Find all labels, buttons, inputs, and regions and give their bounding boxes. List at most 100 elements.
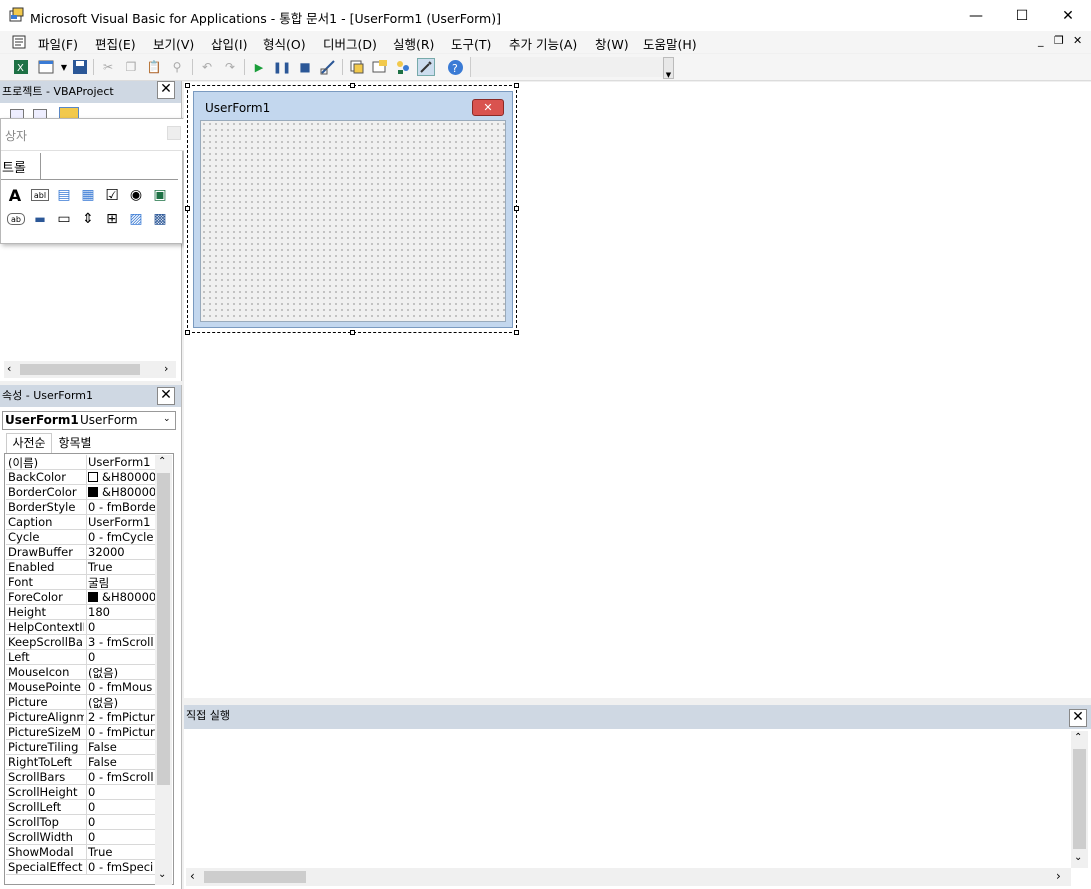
resize-handle[interactable] [185,206,190,211]
property-row[interactable]: ScrollTop 0 [6,815,155,830]
scroll-thumb[interactable] [1073,749,1086,849]
reset-icon[interactable]: ■ [296,58,314,76]
property-row[interactable]: PictureTiling False [6,740,155,755]
cut-icon[interactable]: ✂ [99,58,117,76]
scroll-left-arrow-icon[interactable]: ‹ [7,362,11,375]
project-explorer-icon[interactable] [348,58,366,76]
menu-file[interactable]: 파일(F) [38,34,78,53]
property-value[interactable]: True [86,845,155,859]
paste-icon[interactable]: 📋 [145,58,163,76]
scrollbar-tool-icon[interactable]: ⊞ [103,210,121,228]
mdi-close-button[interactable]: ✕ [1073,34,1082,47]
property-row[interactable]: SpecialEffect 0 - fmSpeci [6,860,155,875]
property-row[interactable]: Enabled True [6,560,155,575]
property-row[interactable]: ShowModal True [6,845,155,860]
property-row[interactable]: ScrollLeft 0 [6,800,155,815]
project-panel-close-button[interactable]: ✕ [157,81,175,99]
property-row[interactable]: DrawBuffer 32000 [6,545,155,560]
scroll-left-arrow-icon[interactable]: ‹ [190,869,195,883]
scroll-down-arrow-icon[interactable]: ⌄ [1074,852,1082,863]
property-value[interactable]: 0 [86,650,155,664]
resize-handle[interactable] [514,206,519,211]
properties-icon[interactable] [371,58,389,76]
resize-handle[interactable] [514,330,519,335]
menu-edit[interactable]: 편집(E) [95,34,136,53]
resize-handle[interactable] [350,83,355,88]
image-tool-icon[interactable]: ▨ [127,210,145,228]
property-row[interactable]: (이름) UserForm1 [6,455,155,470]
tab-alphabetic[interactable]: 사전순 [6,433,52,453]
menu-run[interactable]: 실행(R) [393,34,434,53]
save-icon[interactable] [71,58,89,76]
resize-handle[interactable] [514,83,519,88]
property-row[interactable]: MouseIcon (없음) [6,665,155,680]
menu-tools[interactable]: 도구(T) [451,34,491,53]
properties-panel-close-button[interactable]: ✕ [157,387,175,405]
undo-icon[interactable]: ↶ [198,58,216,76]
property-value[interactable]: &H800000 [86,590,155,604]
menu-addins[interactable]: 추가 기능(A) [509,34,577,53]
property-value[interactable]: UserForm1 [86,455,155,469]
tabstrip-tool-icon[interactable]: ▭ [55,210,73,228]
scroll-right-arrow-icon[interactable]: › [1056,869,1061,883]
insert-userform-icon[interactable] [37,58,55,76]
textbox-tool-icon[interactable]: abl [31,189,49,201]
property-value[interactable]: &H800000 [86,485,155,499]
menu-debug[interactable]: 디버그(D) [323,34,377,53]
mdi-restore-button[interactable]: ❐ [1054,34,1064,47]
resize-handle[interactable] [185,330,190,335]
property-value[interactable]: True [86,560,155,574]
scroll-up-arrow-icon[interactable]: ⌃ [158,456,166,467]
immediate-hscrollbar[interactable]: ‹ › [186,868,1071,886]
property-value[interactable]: False [86,740,155,754]
maximize-button[interactable]: ☐ [999,0,1045,31]
property-row[interactable]: BorderStyle 0 - fmBorde [6,500,155,515]
userform-client-area[interactable] [200,120,506,322]
property-row[interactable]: PictureAlignm 2 - fmPictur [6,710,155,725]
scroll-down-arrow-icon[interactable]: ⌄ [158,869,166,880]
menu-window[interactable]: 창(W) [595,34,629,53]
toolbox-tab-controls[interactable]: 트롤 [1,153,41,179]
menu-help[interactable]: 도움말(H) [643,34,697,53]
tab-categorized[interactable]: 항목별 [53,435,97,453]
menu-insert[interactable]: 삽입(I) [211,34,247,53]
module-icon[interactable] [12,35,26,49]
property-value[interactable]: (없음) [86,695,155,709]
menu-format[interactable]: 형식(O) [263,34,306,53]
property-value[interactable]: 180 [86,605,155,619]
resize-handle[interactable] [350,330,355,335]
object-selector[interactable]: UserForm1 UserForm ⌄ [2,411,176,430]
property-value[interactable]: UserForm1 [86,515,155,529]
scroll-thumb[interactable] [204,871,306,883]
userform-close-button[interactable]: ✕ [472,99,504,116]
property-value[interactable]: 2 - fmPictur [86,710,155,724]
property-row[interactable]: Picture (없음) [6,695,155,710]
property-row[interactable]: BackColor&H800000 [6,470,155,485]
property-value[interactable]: 0 [86,620,155,634]
property-value[interactable]: 0 - fmMous [86,680,155,694]
property-value[interactable]: &H800000 [86,470,155,484]
property-row[interactable]: ForeColor&H800000 [6,590,155,605]
refedit-tool-icon[interactable]: ▩ [151,210,169,228]
property-row[interactable]: Font 굴림 [6,575,155,590]
property-value[interactable]: 0 - fmSpeci [86,860,155,874]
listbox-tool-icon[interactable]: ▦ [79,186,97,204]
immediate-close-button[interactable]: ✕ [1069,709,1087,727]
immediate-window[interactable] [184,705,1091,889]
property-value[interactable]: False [86,755,155,769]
close-button[interactable]: ✕ [1045,0,1091,31]
property-row[interactable]: BorderColor&H800000 [6,485,155,500]
immediate-vscrollbar[interactable]: ⌃ ⌄ [1071,731,1088,868]
property-row[interactable]: ScrollBars 0 - fmScroll [6,770,155,785]
property-value[interactable]: 0 - fmBorde [86,500,155,514]
property-row[interactable]: MousePointe 0 - fmMous [6,680,155,695]
design-mode-icon[interactable] [319,58,337,76]
property-value[interactable]: 굴림 [86,575,155,589]
property-value[interactable]: 0 [86,800,155,814]
help-icon[interactable]: ? [446,58,464,76]
scroll-up-arrow-icon[interactable]: ⌃ [1074,732,1082,743]
property-row[interactable]: ScrollWidth 0 [6,830,155,845]
property-value[interactable]: 0 [86,830,155,844]
property-value[interactable]: 32000 [86,545,155,559]
togglebutton-tool-icon[interactable]: ▣ [151,186,169,204]
